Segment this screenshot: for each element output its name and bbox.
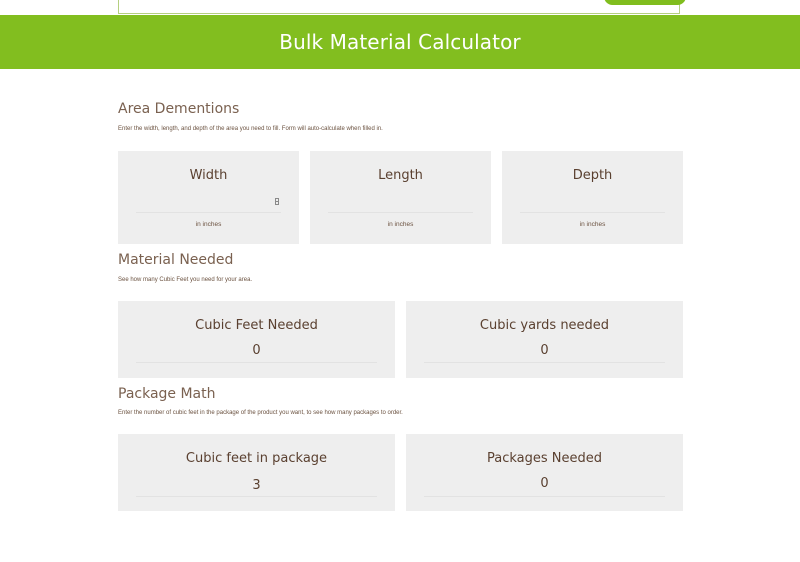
- package-section-title: Package Math: [118, 386, 216, 402]
- cubic-feet-needed-value: 0: [252, 343, 261, 358]
- cubic-feet-in-package-label: Cubic feet in package: [185, 451, 328, 466]
- width-input[interactable]: [136, 192, 285, 212]
- cubic-feet-in-package-underline: [136, 496, 377, 497]
- length-input-underline: [328, 212, 473, 213]
- depth-input-underline: [520, 212, 665, 213]
- header-banner: Bulk Material Calculator: [0, 15, 800, 69]
- package-section-description: Enter the number of cubic feet in the pa…: [118, 410, 403, 416]
- area-section-description: Enter the width, length, and depth of th…: [118, 126, 383, 132]
- length-label: Length: [378, 168, 423, 183]
- length-unit: in inches: [387, 221, 414, 228]
- width-input-underline: [136, 212, 281, 213]
- cubic-feet-needed-label: Cubic Feet Needed: [195, 318, 318, 333]
- length-field-box: Length in inches: [310, 151, 491, 244]
- cubic-yards-needed-label: Cubic yards needed: [479, 318, 610, 333]
- cubic-feet-in-package-box: Cubic feet in package: [118, 434, 395, 511]
- width-field-box: Width in inches: [118, 151, 299, 244]
- width-unit: in inches: [195, 221, 222, 228]
- number-spinner-icon[interactable]: [275, 198, 279, 205]
- cubic-yards-needed-box: Cubic yards needed 0: [406, 301, 683, 378]
- width-label: Width: [189, 168, 228, 183]
- cubic-yards-needed-value: 0: [540, 343, 549, 358]
- cubic-feet-in-package-input[interactable]: [136, 476, 377, 494]
- material-section-title: Material Needed: [118, 252, 234, 268]
- area-section-title: Area Dementions: [118, 101, 240, 117]
- depth-input[interactable]: [520, 192, 669, 212]
- page-title: Bulk Material Calculator: [279, 30, 521, 54]
- cubic-yards-needed-underline: [424, 362, 665, 363]
- packages-needed-box: Packages Needed 0: [406, 434, 683, 511]
- packages-needed-label: Packages Needed: [486, 451, 602, 466]
- previous-card: [118, 0, 686, 14]
- packages-needed-value: 0: [540, 476, 549, 491]
- cubic-feet-needed-underline: [136, 362, 377, 363]
- previous-card-button[interactable]: [604, 0, 686, 5]
- length-input[interactable]: [328, 192, 477, 212]
- depth-label: Depth: [572, 168, 613, 183]
- depth-field-box: Depth in inches: [502, 151, 683, 244]
- material-section-description: See how many Cubic Feet you need for you…: [118, 277, 253, 283]
- depth-unit: in inches: [579, 221, 606, 228]
- packages-needed-underline: [424, 496, 665, 497]
- cubic-feet-needed-box: Cubic Feet Needed 0: [118, 301, 395, 378]
